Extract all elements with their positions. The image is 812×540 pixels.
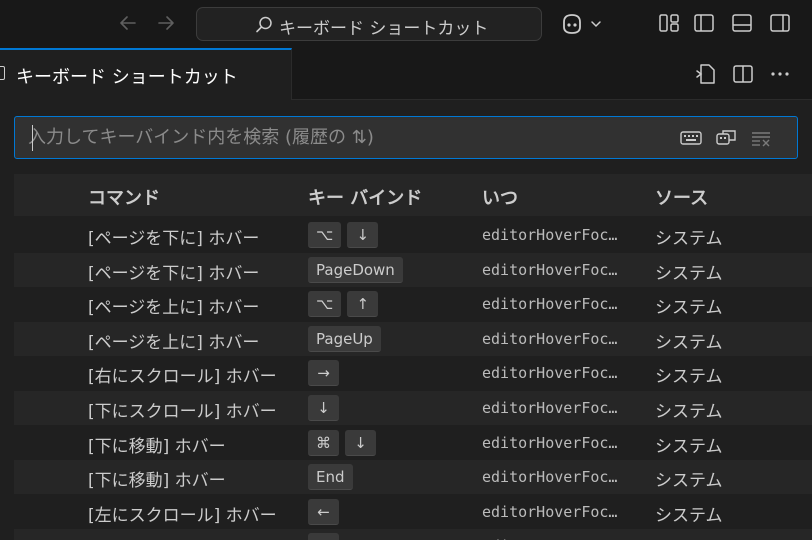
command-cell: [ページを下に] ホバー bbox=[88, 263, 260, 284]
table-row[interactable]: [左にスクロール] ホバー ← editorHoverFoc… システム bbox=[14, 495, 812, 529]
when-cell: editorHoverFoc… bbox=[482, 329, 618, 348]
table-row[interactable]: [ページを下に] ホバー ⌥ ↓ editorHoverFoc… システム bbox=[14, 218, 812, 252]
when-cell: editorHoverFoc… bbox=[482, 364, 618, 383]
key-label: ⌘ bbox=[308, 429, 339, 456]
when-cell: editorHoverFoc… bbox=[482, 295, 618, 314]
title-bar: キーボード ショートカット bbox=[0, 0, 812, 48]
key-label: ↓ bbox=[345, 429, 376, 456]
toggle-panel-icon[interactable] bbox=[731, 12, 753, 34]
keybinding-cell: ⌥ ↓ bbox=[308, 222, 379, 248]
command-cell: [右にスクロール] ホバー bbox=[88, 367, 277, 388]
column-header-keybinding[interactable]: キー バインド bbox=[308, 184, 422, 210]
command-center[interactable]: キーボード ショートカット bbox=[196, 7, 542, 41]
table-header: コマンド キー バインド いつ ソース bbox=[14, 174, 812, 216]
key-label: ⌥ bbox=[308, 222, 342, 248]
keybinding-cell: PageDown bbox=[308, 256, 403, 283]
more-actions-icon[interactable] bbox=[768, 62, 792, 86]
search-icon bbox=[255, 16, 272, 33]
key-label: ↑ bbox=[347, 291, 379, 318]
source-cell: システム bbox=[655, 298, 723, 319]
source-cell: システム bbox=[655, 263, 723, 284]
command-cell: [下に移動] ホバー bbox=[88, 471, 226, 492]
when-cell: editorHoverFoc… bbox=[482, 399, 618, 417]
command-center-label: キーボード ショートカット bbox=[279, 19, 489, 39]
keybinding-cell: ↑ bbox=[308, 533, 339, 540]
key-label: PageDown bbox=[308, 256, 403, 283]
keybinding-cell: ⌘ ↓ bbox=[308, 429, 376, 456]
source-cell: システム bbox=[655, 505, 723, 526]
table-row[interactable]: [下にスクロール] ホバー ↓ editorHoverFoc… システム bbox=[14, 391, 812, 425]
when-cell: editorHoverFoc… bbox=[482, 502, 618, 521]
open-json-icon[interactable] bbox=[694, 62, 718, 86]
command-cell: [下にスクロール] ホバー bbox=[88, 402, 277, 422]
source-cell: システム bbox=[655, 332, 723, 353]
command-cell: [ページを上に] ホバー bbox=[88, 332, 260, 353]
source-cell: システム bbox=[655, 367, 723, 388]
tab-keyboard-shortcuts[interactable]: キーボード ショートカット bbox=[0, 48, 292, 100]
column-header-source[interactable]: ソース bbox=[655, 184, 708, 210]
when-cell: editorHoverFoc… bbox=[482, 433, 618, 452]
key-label: ← bbox=[308, 498, 339, 525]
source-cell: システム bbox=[655, 436, 723, 457]
table-row[interactable]: [ページを下に] ホバー PageDown editorHoverFoc… システム bbox=[14, 252, 812, 287]
column-header-when[interactable]: いつ bbox=[482, 184, 518, 210]
key-label: End bbox=[308, 464, 353, 491]
key-label: ↑ bbox=[308, 533, 339, 540]
copilot-icon[interactable] bbox=[560, 12, 604, 36]
clear-search-icon[interactable] bbox=[749, 127, 773, 149]
split-editor-icon[interactable] bbox=[731, 62, 755, 86]
command-cell: [ページを下に] ホバー bbox=[88, 229, 260, 249]
arrow-left-icon[interactable] bbox=[116, 11, 140, 35]
table-row[interactable]: [下に移動] ホバー End editorHoverFoc… システム bbox=[14, 460, 812, 495]
command-cell: [左にスクロール] ホバー bbox=[88, 505, 277, 526]
text-cursor bbox=[32, 125, 33, 151]
toggle-secondary-sidebar-icon[interactable] bbox=[769, 12, 791, 34]
arrow-right-icon[interactable] bbox=[154, 11, 178, 35]
keybinding-cell: PageUp bbox=[308, 325, 381, 352]
column-header-command[interactable]: コマンド bbox=[88, 184, 160, 210]
command-cell: [ページを上に] ホバー bbox=[88, 298, 260, 319]
keybinding-cell: ⌥ ↑ bbox=[308, 291, 379, 318]
source-cell: システム bbox=[655, 402, 723, 422]
key-label: PageUp bbox=[308, 325, 381, 352]
keyboard-shortcuts-file-icon bbox=[0, 66, 5, 80]
tab-bar: キーボード ショートカット bbox=[0, 48, 812, 100]
keybinding-cell: ← bbox=[308, 498, 339, 525]
keybinding-search-box[interactable] bbox=[14, 116, 798, 159]
key-label: ↓ bbox=[347, 222, 379, 248]
when-cell: editorHoverFoc… bbox=[482, 468, 618, 487]
table-row[interactable]: [下に移動] ホバー ⌘ ↓ editorHoverFoc… システム bbox=[14, 426, 812, 460]
source-cell: システム bbox=[655, 535, 723, 540]
key-label: ↓ bbox=[308, 395, 339, 421]
table-row[interactable]: [ページを上に] ホバー PageUp editorHoverFoc… システム bbox=[14, 321, 812, 356]
table-row[interactable]: [ページを上に] ホバー ⌥ ↑ editorHoverFoc… システム bbox=[14, 287, 812, 321]
command-cell: [上にスクロール] ホバー bbox=[88, 535, 277, 540]
source-cell: システム bbox=[655, 229, 723, 249]
command-cell: [下に移動] ホバー bbox=[88, 436, 226, 457]
table-row[interactable]: [上にスクロール] ホバー↑editorHoverFoc…システム bbox=[14, 529, 812, 540]
table-row[interactable]: [右にスクロール] ホバー → editorHoverFoc… システム bbox=[14, 356, 812, 390]
keybinding-cell: End bbox=[308, 464, 353, 491]
when-cell: editorHoverFoc… bbox=[482, 260, 618, 279]
tab-label: キーボード ショートカット bbox=[16, 67, 238, 88]
source-cell: システム bbox=[655, 471, 723, 492]
toggle-primary-sidebar-icon[interactable] bbox=[693, 12, 715, 34]
keybinding-search-input[interactable] bbox=[28, 122, 668, 153]
keybinding-cell: ↓ bbox=[308, 395, 339, 421]
customize-layout-icon[interactable] bbox=[658, 12, 680, 34]
key-label: → bbox=[308, 360, 339, 387]
keybinding-cell: → bbox=[308, 360, 339, 387]
record-keys-icon[interactable] bbox=[679, 127, 703, 149]
when-cell: editorHoverFoc… bbox=[482, 226, 618, 244]
sort-by-precedence-icon[interactable] bbox=[714, 127, 738, 149]
key-label: ⌥ bbox=[308, 291, 342, 318]
